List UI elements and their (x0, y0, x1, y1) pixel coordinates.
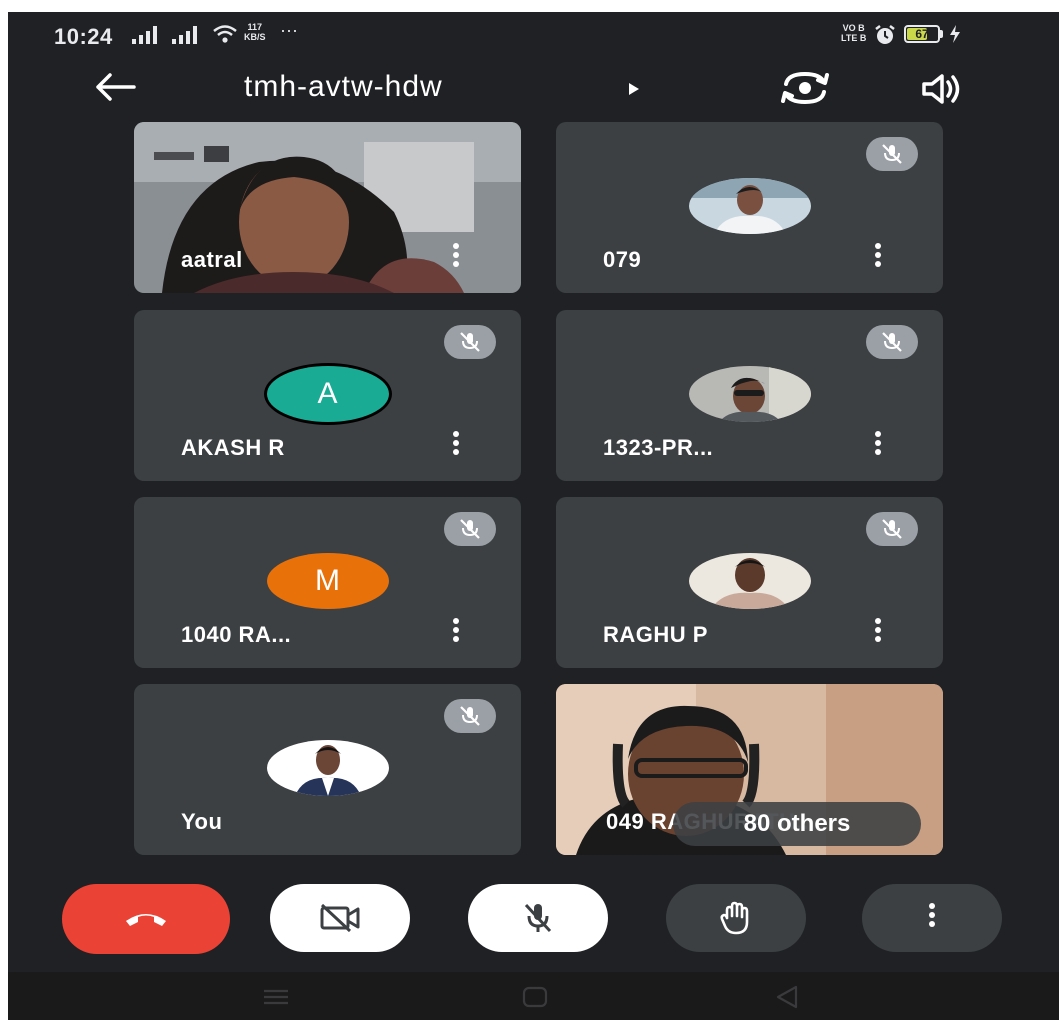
avatar-initial: A (317, 377, 338, 410)
mic-off-icon (866, 512, 918, 546)
others-count-button[interactable]: 80 others (673, 802, 921, 846)
recent-apps-icon[interactable] (262, 988, 290, 1006)
alarm-icon (875, 25, 895, 44)
mic-toggle-button[interactable] (468, 884, 608, 952)
raise-hand-icon (720, 901, 749, 935)
back-arrow-icon[interactable] (92, 70, 138, 104)
signal-icon (132, 26, 157, 44)
camera-off-icon (320, 903, 360, 933)
network-speed-unit: KB/S (244, 32, 266, 42)
participant-name: 1323-PR... (603, 435, 714, 460)
battery-tip (940, 30, 943, 38)
participant-avatar (688, 553, 811, 609)
network-speed: 117 KB/S (244, 22, 266, 42)
meeting-top-bar: tmh-avtw-hdw (8, 58, 1059, 120)
status-more-dots: ··· (280, 20, 298, 40)
participant-avatar (688, 366, 811, 422)
mic-off-icon (444, 512, 496, 546)
participant-tile[interactable]: M 1040 RA... (134, 497, 521, 668)
letter-avatar: M (266, 553, 389, 609)
participant-tile[interactable]: A AKASH R (134, 310, 521, 481)
more-options-icon[interactable] (449, 431, 463, 461)
meeting-info-caret-icon[interactable] (628, 82, 640, 96)
mic-off-icon (866, 137, 918, 171)
letter-avatar: A (266, 366, 389, 422)
status-time: 10:24 (54, 24, 113, 49)
network-speed-value: 117 (247, 22, 263, 32)
participant-avatar (266, 740, 389, 796)
participant-name: You (181, 809, 223, 834)
wifi-icon (213, 25, 237, 43)
avatar-initial: M (315, 564, 340, 597)
meet-screen: 10:24 117 KB/S ··· VO B LTE B 67 tmh-avt… (8, 12, 1059, 1020)
more-options-button[interactable] (862, 884, 1002, 952)
end-call-icon (126, 914, 166, 926)
more-options-icon[interactable] (871, 243, 885, 273)
battery-indicator: 67 (904, 25, 940, 43)
switch-camera-icon[interactable] (778, 68, 832, 108)
home-icon[interactable] (522, 986, 548, 1008)
participant-name: RAGHU P (603, 622, 708, 647)
volte-bottom: LTE B (841, 33, 867, 43)
end-call-button[interactable] (62, 884, 230, 954)
participant-name: 079 (603, 247, 642, 272)
camera-toggle-button[interactable] (270, 884, 410, 952)
more-options-icon[interactable] (449, 243, 463, 273)
mic-off-icon (444, 699, 496, 733)
participant-avatar (688, 178, 811, 234)
mic-off-icon (866, 325, 918, 359)
back-nav-icon[interactable] (774, 984, 800, 1010)
participant-tile[interactable]: 079 (556, 122, 943, 293)
mic-off-icon (524, 903, 552, 933)
more-options-icon[interactable] (871, 618, 885, 648)
participant-name: aatral (181, 247, 243, 272)
participant-tile[interactable]: aatral (134, 122, 521, 293)
more-options-icon (925, 903, 939, 933)
participant-tile-self[interactable]: You (134, 684, 521, 855)
battery-level: 67 (915, 27, 929, 41)
raise-hand-button[interactable] (666, 884, 806, 952)
participant-tile[interactable]: RAGHU P (556, 497, 943, 668)
signal-icon (172, 26, 197, 44)
status-bar: 10:24 117 KB/S ··· VO B LTE B 67 (8, 12, 1059, 58)
meeting-code[interactable]: tmh-avtw-hdw (244, 70, 443, 104)
more-options-icon[interactable] (871, 431, 885, 461)
participant-tile[interactable]: 1323-PR... (556, 310, 943, 481)
call-controls (8, 884, 1059, 964)
mic-off-icon (444, 325, 496, 359)
speaker-icon[interactable] (920, 72, 966, 106)
more-options-icon[interactable] (449, 618, 463, 648)
participant-tile[interactable]: 049 RAGHURATH... 80 others (556, 684, 943, 855)
participant-name: AKASH R (181, 435, 285, 460)
volte-top: VO B (842, 23, 865, 33)
system-nav-bar (8, 972, 1059, 1020)
charging-icon (950, 25, 960, 43)
participant-name: 1040 RA... (181, 622, 292, 647)
volte-indicator: VO B LTE B (841, 23, 866, 43)
